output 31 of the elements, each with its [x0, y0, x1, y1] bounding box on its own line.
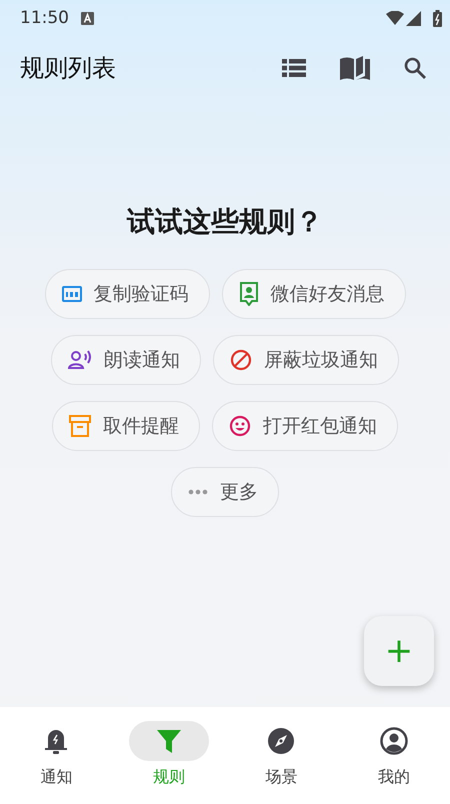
contact-card-icon [238, 282, 258, 306]
bell-icon [45, 728, 68, 754]
suggestion-chip[interactable]: 打开红包通知 [212, 401, 398, 451]
suggestion-chip[interactable]: 取件提醒 [52, 401, 200, 451]
suggestion-chip[interactable]: 微信好友消息 [222, 269, 406, 319]
block-icon [230, 349, 252, 371]
nav-tab[interactable]: 场景 [225, 707, 338, 804]
compass-icon [268, 728, 294, 754]
suggestions-heading: 试试这些规则？ [127, 204, 323, 240]
wifi-icon [386, 11, 404, 25]
notification-icon [81, 12, 94, 24]
list-icon [282, 59, 306, 77]
smiley-icon [229, 415, 251, 437]
book-icon [340, 56, 370, 80]
suggestion-chip[interactable]: 复制验证码 [44, 269, 210, 319]
battery-icon [433, 10, 442, 26]
number-card-icon [62, 286, 82, 302]
filter-icon [156, 728, 182, 754]
nav-tab[interactable]: 我的 [338, 707, 450, 804]
more-icon [188, 489, 208, 495]
suggestion-chip[interactable]: 朗读通知 [51, 335, 201, 385]
signal-icon [406, 10, 421, 26]
search-icon [404, 57, 426, 79]
status-time: 11:50 [20, 8, 69, 28]
profile-icon [380, 727, 408, 755]
page-title: 规则列表 [20, 53, 117, 84]
speaking-person-icon [68, 350, 92, 370]
archive-box-icon [69, 415, 91, 437]
nav-tab[interactable]: 通知 [0, 707, 112, 804]
suggestion-chip[interactable]: 屏蔽垃圾通知 [213, 335, 399, 385]
suggestion-chip[interactable]: 更多 [171, 467, 279, 517]
